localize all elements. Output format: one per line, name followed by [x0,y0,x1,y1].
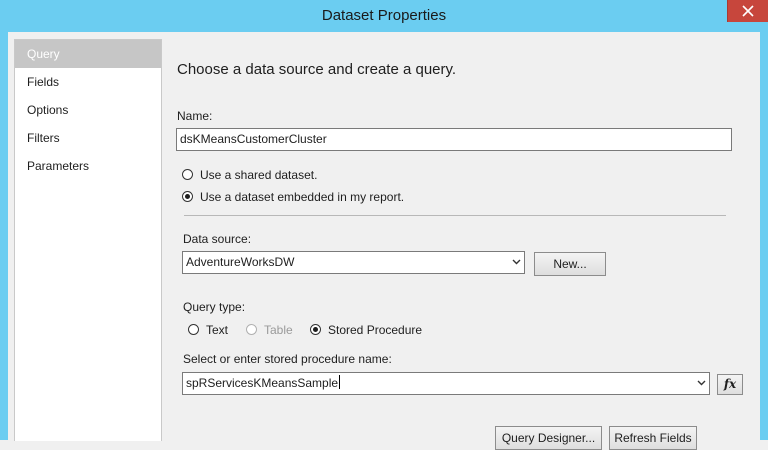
radio-embedded-dataset[interactable]: Use a dataset embedded in my report. [182,189,404,205]
radio-query-stored-procedure-label: Stored Procedure [328,323,423,337]
page-heading: Choose a data source and create a query. [177,61,457,78]
window-title: Dataset Properties [321,7,447,24]
radio-button-selected[interactable] [310,324,321,335]
dialog-client: Query Fields Options Filters Parameters … [8,32,760,450]
fx-icon: fx [723,377,737,391]
sidebar-item-filters[interactable]: Filters [15,124,161,152]
query-designer-button[interactable]: Query Designer... [495,426,602,450]
sidebar-item-parameters[interactable]: Parameters [15,152,161,180]
name-field[interactable]: dsKMeansCustomerCluster [176,128,732,151]
separator [184,215,726,216]
query-type-label: Query type: [183,300,246,314]
sidebar-item-options[interactable]: Options [15,96,161,124]
radio-query-stored-procedure[interactable]: Stored Procedure [310,322,422,338]
radio-shared-dataset[interactable]: Use a shared dataset. [182,167,317,183]
refresh-fields-button[interactable]: Refresh Fields [609,426,697,450]
data-source-label: Data source: [183,232,252,246]
radio-query-text-label: Text [206,323,229,337]
close-icon [742,5,754,17]
name-label: Name: [177,109,213,123]
chevron-down-icon [697,380,706,386]
radio-button[interactable] [182,169,193,180]
expression-button[interactable]: fx [717,374,743,395]
radio-shared-dataset-label: Use a shared dataset. [200,168,318,182]
title-bar: Dataset Properties [0,0,768,32]
radio-embedded-dataset-label: Use a dataset embedded in my report. [200,190,405,204]
sidebar-nav: Query Fields Options Filters Parameters [14,39,162,441]
radio-button-selected[interactable] [182,191,193,202]
radio-query-text[interactable]: Text [188,322,228,338]
stored-procedure-label: Select or enter stored procedure name: [183,352,392,366]
stored-procedure-combo[interactable]: spRServicesKMeansSample [182,372,710,395]
data-source-value: AdventureWorksDW [186,255,295,269]
new-data-source-button[interactable]: New... [534,252,606,276]
radio-button[interactable] [188,324,199,335]
sidebar-item-fields[interactable]: Fields [15,68,161,96]
close-button[interactable] [727,0,768,22]
sidebar-item-query[interactable]: Query [15,40,161,68]
stored-procedure-value: spRServicesKMeansSample [186,376,339,390]
text-caret [339,375,341,389]
main-panel: Choose a data source and create a query.… [176,32,760,450]
radio-query-table: Table [246,322,293,338]
radio-button-disabled [246,324,257,335]
dialog-frame: Query Fields Options Filters Parameters … [0,32,768,450]
chevron-down-icon [512,259,521,265]
radio-query-table-label: Table [264,323,293,337]
data-source-dropdown[interactable]: AdventureWorksDW [182,251,525,274]
